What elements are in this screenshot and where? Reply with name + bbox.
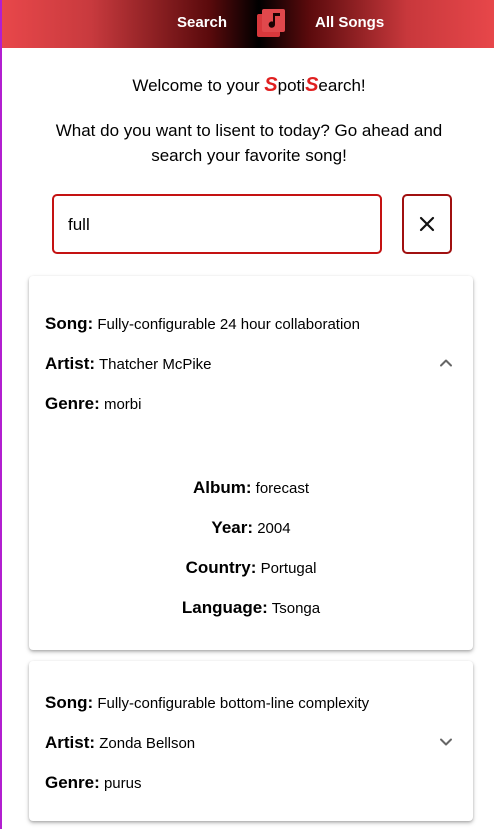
genre-label: Genre: [45,773,100,792]
nav-all-songs-link[interactable]: All Songs [315,14,384,31]
search-input[interactable] [66,210,370,240]
brand-text-mid: poti [277,76,306,95]
intro-text: What do you want to lisent to today? Go … [55,121,443,165]
year-row: Year: 2004 [29,518,473,538]
song-row: Song: Fully-configurable 24 hour collabo… [45,314,360,334]
song-title: Fully-configurable 24 hour collaboration [97,316,360,333]
year-label: Year: [211,518,254,537]
song-row: Song: Fully-configurable bottom-line com… [45,693,369,713]
year-value: 2004 [257,520,291,537]
genre-row: Genre: purus [45,773,142,793]
song-label: Song: [45,693,94,712]
genre-label: Genre: [45,394,100,413]
artist-name: Thatcher McPike [98,356,212,373]
welcome-prefix: Welcome to your [132,76,265,95]
country-value: Portugal [260,560,317,577]
artist-row: Artist: Thatcher McPike [45,354,212,374]
music-library-icon[interactable] [256,8,286,38]
song-result-card[interactable]: Song: Fully-configurable 24 hour collabo… [29,276,473,650]
genre-value: purus [103,775,142,792]
country-row: Country: Portugal [29,558,473,578]
genre-row: Genre: morbi [45,394,141,414]
top-nav-bar: Search All Songs [2,0,494,48]
album-value: forecast [255,480,310,497]
artist-name: Zonda Bellson [99,735,196,752]
language-row: Language: Tsonga [29,598,473,618]
language-label: Language: [181,598,268,617]
song-title: Fully-configurable bottom-line complexit… [97,695,370,712]
brand-letter-s1: S [264,74,278,96]
artist-row: Artist: Zonda Bellson [45,733,195,753]
chevron-up-icon[interactable] [437,354,455,372]
nav-search-link[interactable]: Search [177,14,227,31]
artist-label: Artist: [45,733,96,752]
country-label: Country: [185,558,257,577]
album-row: Album: forecast [29,478,473,498]
welcome-heading: Welcome to your SpotiSearch! [2,74,494,97]
clear-search-button[interactable] [402,194,452,254]
chevron-down-icon[interactable] [437,733,455,751]
genre-value: morbi [103,396,142,413]
brand-text-end: earch! [318,76,366,95]
brand-letter-s2: S [305,74,319,96]
song-result-card[interactable]: Song: Fully-configurable bottom-line com… [29,661,473,821]
album-label: Album: [192,478,252,497]
artist-label: Artist: [45,354,96,373]
song-label: Song: [45,314,94,333]
language-value: Tsonga [271,600,321,617]
close-icon [419,216,435,232]
search-field[interactable] [52,194,382,254]
